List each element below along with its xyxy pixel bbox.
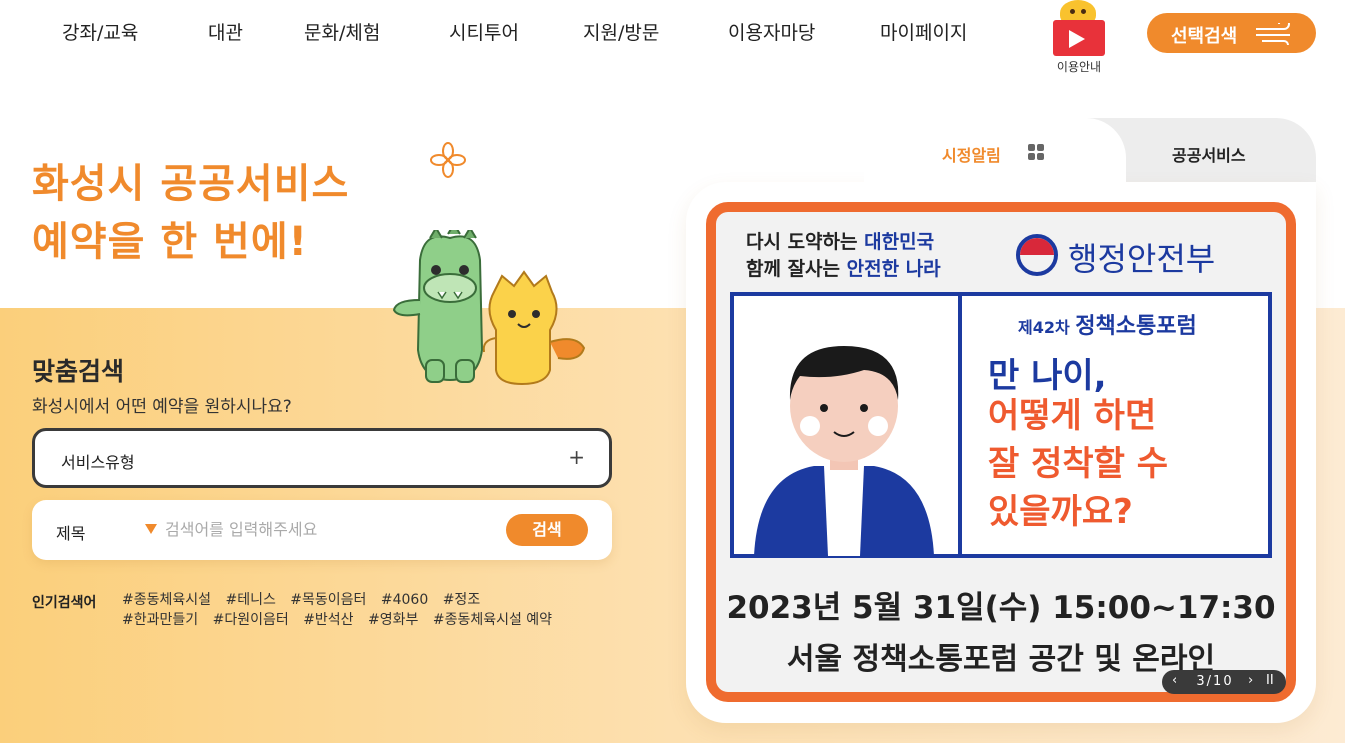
grid-icon[interactable] [1028, 144, 1044, 160]
popular-tag[interactable]: #정조 [443, 590, 481, 610]
banner-question-line2: 어떻게 하면 잘 정착할 수 있을까요? [988, 396, 1169, 532]
yellow-mascot [482, 270, 586, 386]
banner-slogan-line2: 함께 잘사는 안전한 나라 [746, 258, 941, 280]
popular-tag[interactable]: #한과만들기 [122, 610, 198, 630]
slide-counter: 3/10 [1196, 674, 1234, 689]
nav-item-courses[interactable]: 강좌/교육 [62, 18, 138, 45]
nav-item-user-board[interactable]: 이용자마당 [728, 18, 815, 45]
popular-keywords-label: 인기검색어 [32, 595, 97, 611]
banner-divider [958, 296, 962, 554]
notice-banner[interactable]: 다시 도약하는 대한민국 함께 잘사는 안전한 나라 행정안전부 제42차 정책… [706, 202, 1296, 702]
tab-city-notice[interactable]: 시정알림 [942, 142, 1001, 166]
search-button[interactable]: 검색 [506, 514, 588, 546]
wind-icon [1256, 23, 1290, 45]
tab-public-services[interactable]: 공공서비스 [1172, 142, 1246, 166]
popular-tag[interactable]: #반석산 [303, 610, 353, 630]
service-type-label: 서비스유형 [61, 453, 135, 472]
mascot-characters [392, 230, 586, 386]
banner-date: 2023년 5월 31일(수) 15:00~17:30 [726, 590, 1276, 626]
flower-icon [430, 142, 466, 178]
popular-tag[interactable]: #목동이음터 [290, 590, 366, 610]
nav-item-culture[interactable]: 문화/체험 [304, 18, 380, 45]
nav-item-city-tour[interactable]: 시티투어 [449, 18, 519, 45]
pause-icon[interactable]: II [1266, 673, 1274, 688]
banner-pager: ‹ 3/10 › II [1162, 670, 1286, 694]
top-nav: 강좌/교육 대관 문화/체험 시티투어 지원/방문 이용자마당 마이페이지 이용… [0, 0, 1345, 74]
select-search-label: 선택검색 [1171, 26, 1238, 47]
hero-title-line1: 화성시 공공서비스 [32, 161, 350, 207]
title-field-label: 제목 [56, 524, 86, 543]
popular-tag[interactable]: #4060 [381, 590, 428, 610]
custom-search-subtitle: 화성시에서 어떤 예약을 원하시나요? [32, 397, 292, 417]
notice-panel: 시정알림 공공서비스 다시 도약하는 대한민국 함께 잘사는 안전한 나라 행정… [686, 118, 1316, 723]
banner-slogan-line1: 다시 도약하는 대한민국 [746, 231, 935, 253]
ministry-name: 행정안전부 [1068, 240, 1216, 278]
select-search-button[interactable]: 선택검색 [1147, 13, 1316, 53]
service-type-select[interactable]: 서비스유형 + [32, 428, 612, 488]
forum-title: 제42차 정책소통포럼 [1018, 314, 1197, 339]
taegeuk-logo-icon [1016, 234, 1058, 276]
banner-question-line1: 만 나이, [988, 356, 1107, 396]
nav-item-mypage[interactable]: 마이페이지 [880, 18, 967, 45]
popular-tag[interactable]: #종동체육시설 예약 [433, 610, 552, 630]
banner-frame: 제42차 정책소통포럼 만 나이, 어떻게 하면 잘 정착할 수 있을까요? [730, 292, 1272, 558]
popular-tag[interactable]: #영화부 [368, 610, 418, 630]
popular-tag[interactable]: #종동체육시설 [122, 590, 211, 610]
popular-tag[interactable]: #다원이음터 [213, 610, 289, 630]
title-search-box: 제목 검색 [32, 500, 612, 560]
nav-item-rental[interactable]: 대관 [208, 18, 243, 45]
search-input[interactable] [165, 514, 495, 544]
play-icon [1069, 30, 1085, 48]
person-illustration [754, 346, 934, 556]
next-arrow-icon[interactable]: › [1248, 673, 1253, 688]
popular-keywords: #종동체육시설 #테니스 #목동이음터 #4060 #정조 #한과만들기 #다원… [122, 590, 572, 630]
popular-tag[interactable]: #테니스 [225, 590, 275, 610]
nav-item-support[interactable]: 지원/방문 [583, 18, 659, 45]
prev-arrow-icon[interactable]: ‹ [1172, 673, 1177, 688]
green-dino-mascot [392, 230, 484, 383]
caret-down-icon[interactable] [145, 524, 157, 534]
plus-icon[interactable]: + [568, 445, 585, 469]
custom-search-title: 맞춤검색 [32, 357, 125, 386]
usage-guide-label: 이용안내 [1056, 60, 1102, 74]
hero-title-line2: 예약을 한 번에! [32, 219, 308, 265]
hero-title: 화성시 공공서비스 예약을 한 번에! [32, 155, 349, 271]
